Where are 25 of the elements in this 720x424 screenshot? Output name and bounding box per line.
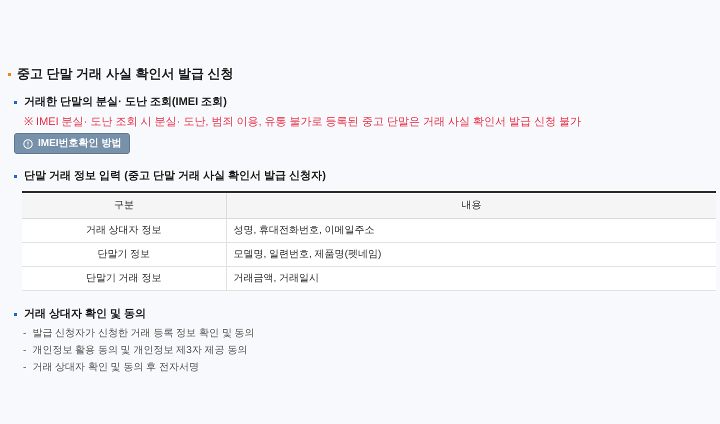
page-title: 중고 단말 거래 사실 확인서 발급 신청: [17, 65, 234, 84]
dash-marker: -: [23, 360, 26, 374]
list-item: 발급 신청자가 신청한 거래 등록 정보 확인 및 동의: [32, 326, 255, 340]
list-item: 거래 상대자 확인 및 동의 후 전자서명: [32, 360, 200, 374]
table-cell: 거래금액, 거래일시: [226, 266, 716, 290]
column-header: 내용: [226, 192, 716, 218]
table-cell: 모델명, 일련번호, 제품명(펫네임): [226, 242, 716, 266]
table-cell: 거래 상대자 정보: [22, 218, 226, 242]
section-heading: 단말 거래 정보 입력 (중고 단말 거래 사실 확인서 발급 신청자): [24, 168, 326, 184]
bullet-icon: [14, 100, 17, 104]
bullet-icon: [8, 72, 11, 76]
bullet-icon: [14, 313, 17, 316]
table-cell: 단말기 거래 정보: [22, 266, 226, 290]
column-header: 구분: [22, 192, 226, 218]
list-item: 개인정보 활용 동의 및 개인정보 제3자 제공 동의: [32, 344, 248, 358]
dash-marker: -: [23, 326, 26, 340]
table-cell: 성명, 휴대전화번호, 이메일주소: [226, 218, 716, 242]
warning-text: ※ IMEI 분실· 도난 조회 시 분실· 도난, 범죄 이용, 유통 불가로 등록된 중고 단말은 거래 사실 확인서 발급 신청 불가: [23, 115, 582, 130]
table-cell: 단말기 정보: [22, 242, 226, 266]
imei-help-button[interactable]: IMEI번호확인 방법: [14, 133, 130, 154]
dash-marker: -: [23, 344, 26, 358]
info-icon: [23, 138, 33, 148]
section-heading: 거래 상대자 확인 및 동의: [24, 307, 146, 322]
bullet-icon: [14, 174, 17, 178]
section-heading: 거래한 단말의 분실· 도난 조회(IMEI 조회): [24, 94, 227, 110]
